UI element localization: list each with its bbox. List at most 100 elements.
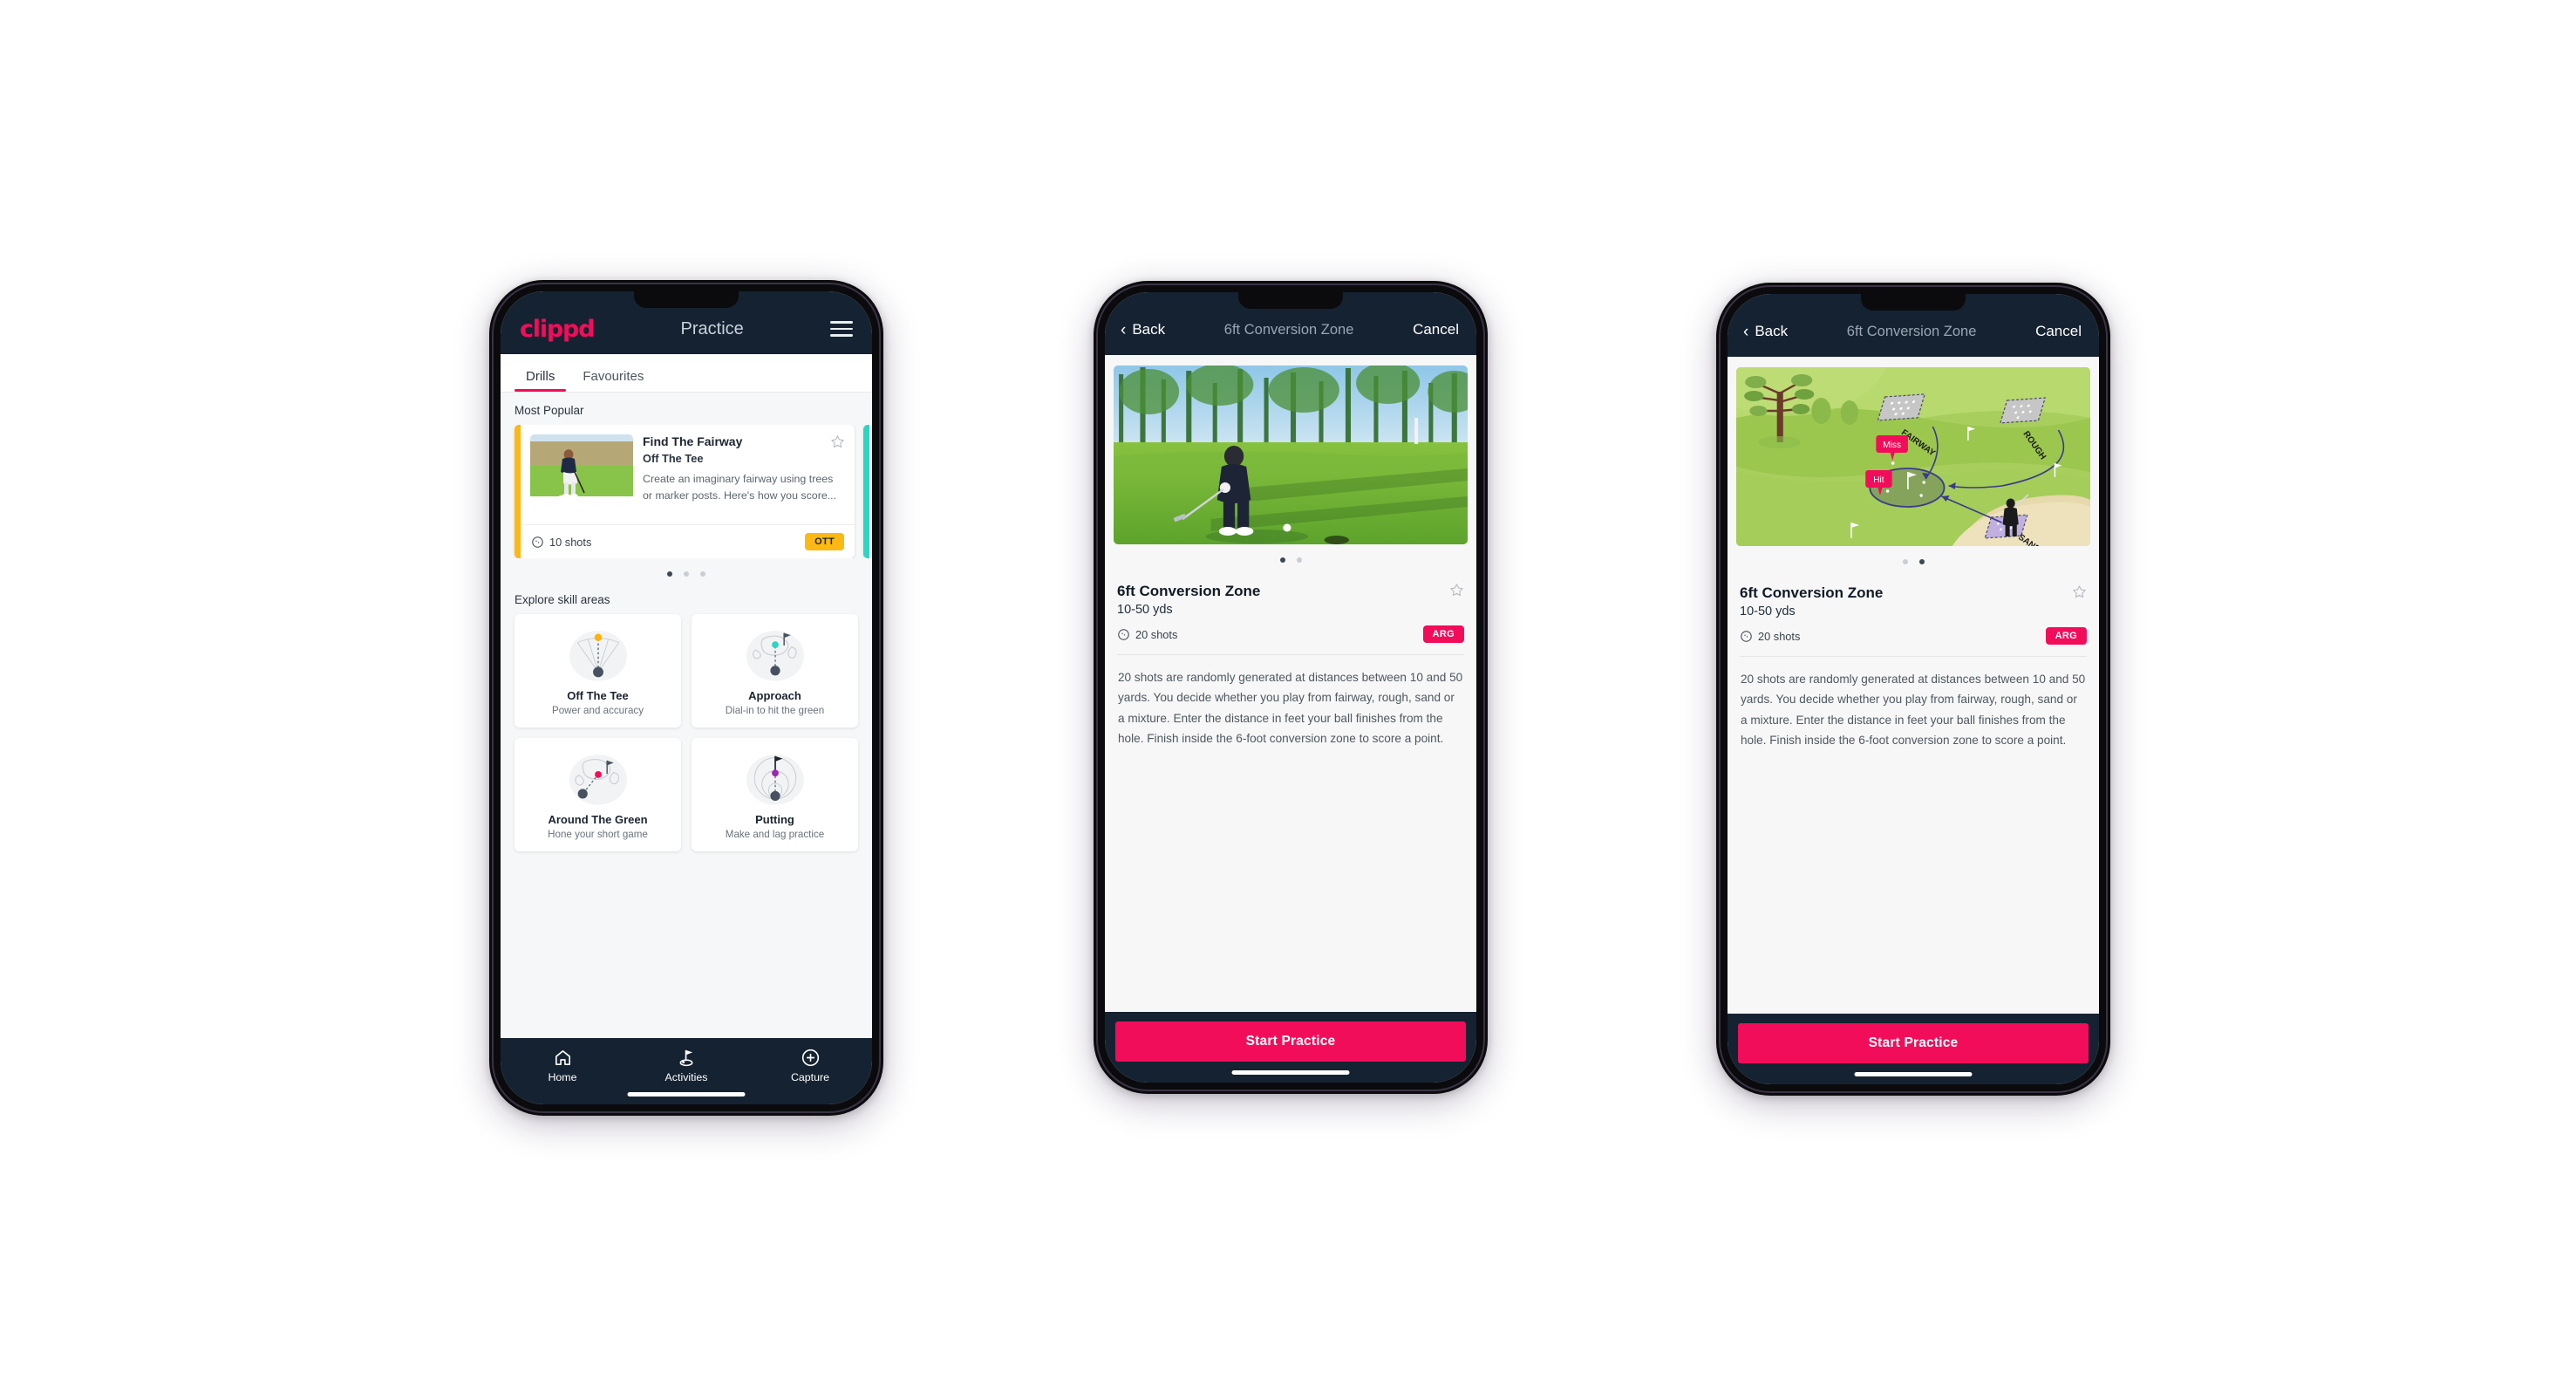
drill-media-diagram[interactable]: FAIRWAY ROUGH SAND Miss Hit	[1736, 367, 2090, 546]
clock-icon	[532, 536, 543, 548]
drill-detail-badge: ARG	[2045, 627, 2087, 645]
home-indicator	[1854, 1072, 1973, 1076]
putting-rings-icon	[746, 755, 804, 805]
clock-icon	[1118, 628, 1129, 640]
drill-detail-shots: 20 shots	[1117, 628, 1177, 641]
content-scroll[interactable]: Most Popular Find The Fairway Off The Te…	[501, 393, 872, 1038]
media-dot-1[interactable]	[1902, 559, 1908, 564]
media-dot-2[interactable]	[1296, 557, 1302, 563]
cancel-button[interactable]: Cancel	[1413, 321, 1459, 338]
tab-drills[interactable]: Drills	[515, 366, 567, 392]
drill-detail-title: 6ft Conversion Zone	[1117, 583, 1261, 599]
skill-area-grid: Off The Tee Power and accuracy Approach …	[501, 614, 872, 864]
drill-info: 6ft Conversion Zone 10-50 yds 20 shots A…	[1105, 579, 1476, 643]
nav-label-activities: Activities	[664, 1071, 708, 1083]
drill-detail-distance: 10-50 yds	[1117, 603, 1173, 617]
golf-course-diagram: FAIRWAY ROUGH SAND Miss Hit	[1736, 367, 2090, 546]
drill-footer: 10 shots OTT	[521, 524, 855, 558]
detail-body: 6ft Conversion Zone 10-50 yds 20 shots A…	[1105, 355, 1476, 1012]
plus-circle-icon	[801, 1049, 819, 1067]
carousel-dot-3[interactable]	[700, 571, 705, 577]
back-label: Back	[1755, 323, 1789, 339]
back-label: Back	[1132, 321, 1166, 338]
drill-media-photo[interactable]	[1114, 366, 1468, 544]
miss-label: Miss	[1883, 441, 1901, 450]
home-indicator	[627, 1092, 746, 1097]
hit-label: Hit	[1873, 475, 1884, 485]
drill-card[interactable]: Find The Fairway Off The Tee Create an i…	[515, 425, 855, 558]
tab-favourites[interactable]: Favourites	[571, 366, 655, 392]
skill-card-around-the-green[interactable]: Around The Green Hone your short game	[515, 738, 681, 851]
chevron-left-icon: ‹	[1743, 322, 1749, 341]
detail-body: FAIRWAY ROUGH SAND Miss Hit 6ft Conversi…	[1728, 357, 2099, 1014]
star-outline-icon[interactable]	[2072, 584, 2087, 599]
skill-areas-label: Explore skill areas	[515, 593, 610, 606]
nav-label-home: Home	[548, 1071, 577, 1083]
notch	[634, 291, 739, 308]
drill-accent-bar	[515, 425, 521, 558]
drill-skill-badge: OTT	[805, 533, 844, 550]
start-practice-button[interactable]: Start Practice	[1115, 1021, 1466, 1062]
notch	[1861, 294, 1966, 311]
cancel-button[interactable]: Cancel	[2035, 323, 2082, 340]
skill-card-title: Around The Green	[548, 813, 648, 826]
tab-bar: Drills Favourites	[501, 354, 872, 393]
chip-green-icon	[569, 755, 627, 805]
skill-card-desc: Hone your short game	[548, 829, 648, 840]
nav-item-capture[interactable]: Capture	[748, 1048, 872, 1083]
drill-detail-shots-label: 20 shots	[1758, 629, 1801, 643]
skill-card-approach[interactable]: Approach Dial-in to hit the green	[692, 614, 858, 728]
phone3-screen: ‹ Back 6ft Conversion Zone Cancel FAIRWA…	[1728, 294, 2099, 1084]
drill-detail-badge: ARG	[1422, 625, 1464, 643]
drill-title: Find The Fairway	[643, 434, 743, 448]
media-dot-1[interactable]	[1279, 557, 1285, 563]
drill-detail-shots-label: 20 shots	[1135, 627, 1178, 641]
nav-item-activities[interactable]: Activities	[624, 1048, 748, 1083]
clock-icon	[1741, 630, 1752, 642]
drill-detail-distance: 10-50 yds	[1740, 605, 1796, 618]
golfer-figure-icon	[561, 449, 585, 499]
skill-card-desc: Dial-in to hit the green	[725, 705, 825, 716]
nav-item-home[interactable]: Home	[501, 1048, 624, 1083]
carousel-dot-2[interactable]	[684, 571, 689, 577]
media-pagination	[1105, 544, 1476, 579]
hamburger-icon[interactable]	[829, 321, 853, 337]
chevron-left-icon: ‹	[1121, 320, 1127, 339]
skill-card-desc: Power and accuracy	[551, 705, 644, 716]
skill-card-title: Off The Tee	[567, 689, 629, 702]
home-icon	[555, 1050, 570, 1065]
drill-description: Create an imaginary fairway using trees …	[643, 473, 837, 502]
notch	[1238, 292, 1343, 309]
detail-title: 6ft Conversion Zone	[1223, 321, 1354, 338]
skill-card-desc: Make and lag practice	[725, 829, 825, 840]
skill-card-off-the-tee[interactable]: Off The Tee Power and accuracy	[515, 614, 681, 728]
detail-title: 6ft Conversion Zone	[1846, 323, 1977, 339]
phone-mockup-drill-detail-photo: ‹ Back 6ft Conversion Zone Cancel 6ft Co…	[1094, 281, 1488, 1094]
approach-green-icon	[746, 631, 804, 681]
carousel-dot-1[interactable]	[667, 571, 672, 577]
star-outline-icon[interactable]	[1449, 583, 1464, 598]
golf-flag-icon	[679, 1049, 692, 1067]
start-practice-button[interactable]: Start Practice	[1738, 1023, 2089, 1063]
tee-dispersion-icon	[569, 631, 627, 681]
phone-mockup-practice-list: clippd Practice Drills Favourites Most P…	[489, 280, 883, 1116]
skill-card-title: Approach	[748, 689, 801, 702]
drill-carousel[interactable]: Find The Fairway Off The Tee Create an i…	[501, 425, 872, 558]
phone-mockup-drill-detail-diagram: ‹ Back 6ft Conversion Zone Cancel FAIRWA…	[1716, 283, 2110, 1096]
drill-detail-description: 20 shots are randomly generated at dista…	[1118, 671, 1463, 746]
phone1-screen: clippd Practice Drills Favourites Most P…	[501, 291, 872, 1104]
drill-thumbnail	[530, 434, 633, 516]
drill-subtitle: Off The Tee	[643, 452, 704, 465]
page-title: Practice	[680, 318, 744, 338]
drill-detail-shots: 20 shots	[1740, 630, 1800, 643]
media-dot-2[interactable]	[1918, 559, 1925, 564]
screenshot-stage: clippd Practice Drills Favourites Most P…	[0, 0, 2576, 1387]
drill-card-next-peek[interactable]	[863, 425, 872, 558]
back-button[interactable]: ‹ Back	[1121, 321, 1165, 338]
drill-info: 6ft Conversion Zone 10-50 yds 20 shots A…	[1728, 581, 2099, 645]
star-outline-icon[interactable]	[830, 434, 845, 449]
skill-card-putting[interactable]: Putting Make and lag practice	[692, 738, 858, 851]
golfer-putting-photo	[1114, 366, 1468, 544]
back-button[interactable]: ‹ Back	[1743, 323, 1788, 340]
drill-accent-bar-next	[863, 425, 869, 558]
